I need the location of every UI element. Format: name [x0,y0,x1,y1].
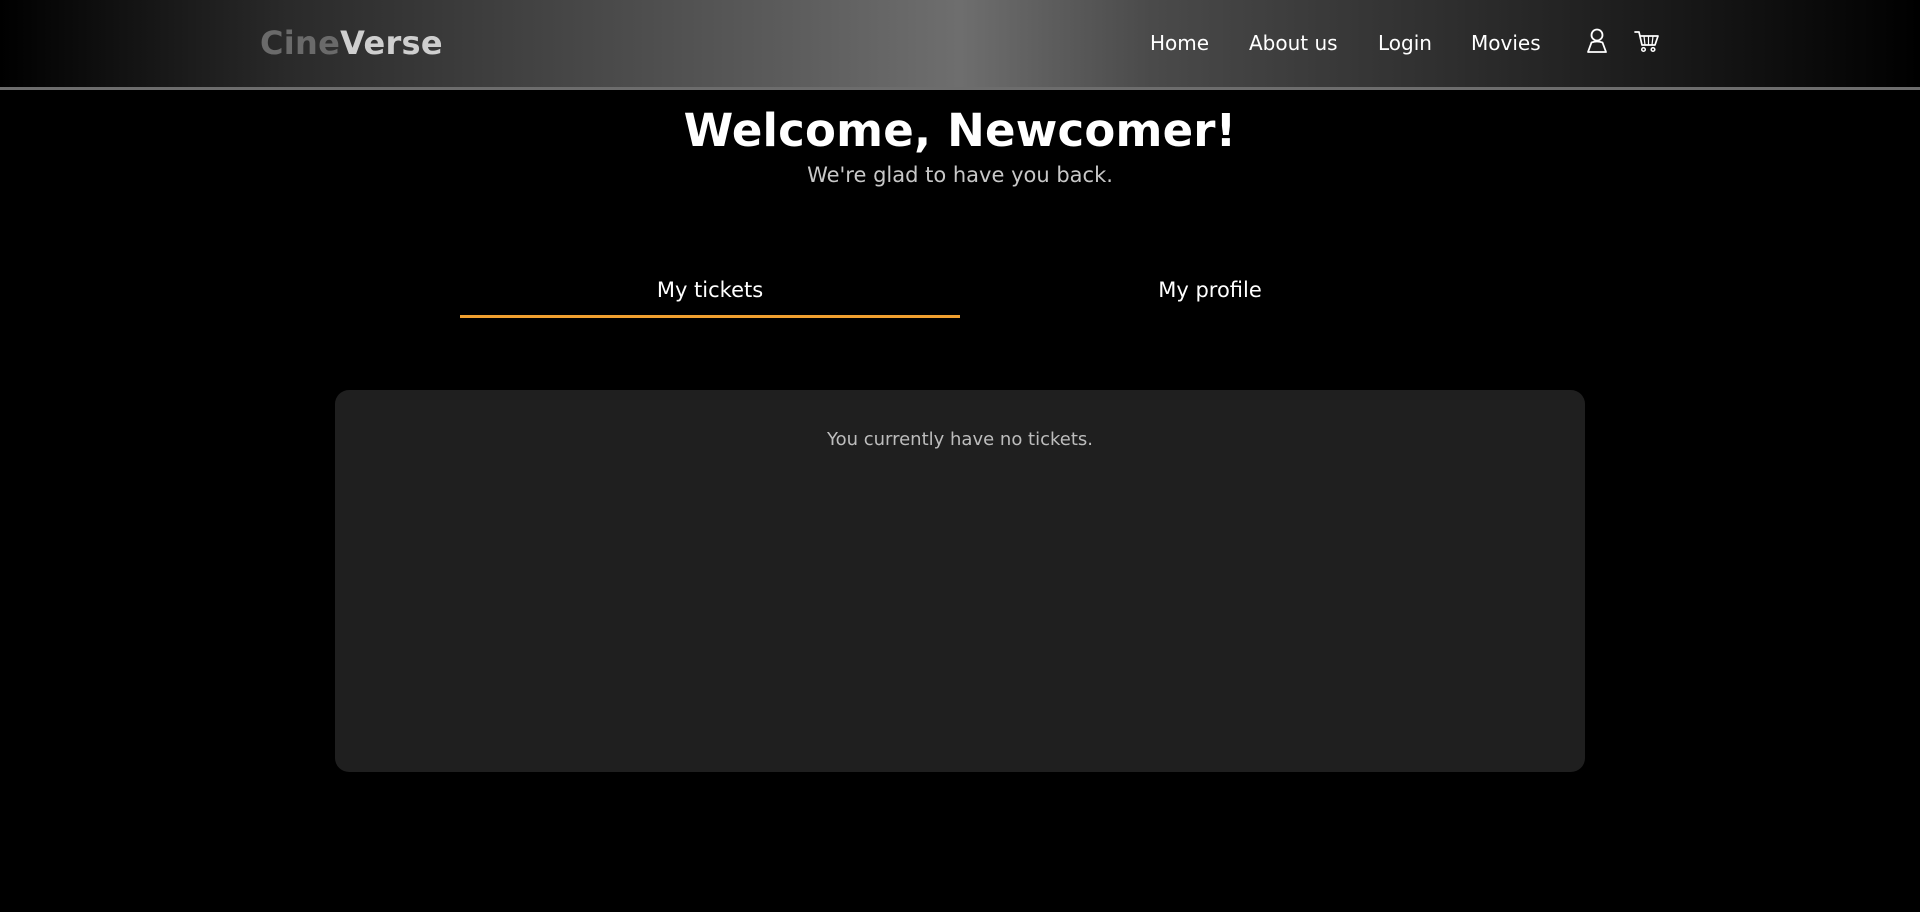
page-subtitle: We're glad to have you back. [807,163,1113,187]
brand-logo-part2: Verse [340,24,443,62]
tab-my-profile[interactable]: My profile [960,268,1460,318]
nav-login-link[interactable]: Login [1378,31,1432,55]
site-header: CineVerse Home About us Login Movies [0,0,1920,90]
brand-logo-part1: Cine [260,24,341,62]
empty-tickets-message: You currently have no tickets. [826,429,1094,450]
nav-movies-link[interactable]: Movies [1471,31,1541,55]
cart-icon[interactable] [1632,26,1662,56]
page-title: Welcome, Newcomer! [683,104,1237,157]
nav-home-link[interactable]: Home [1150,31,1209,55]
nav-about-link[interactable]: About us [1249,31,1338,55]
tab-my-tickets[interactable]: My tickets [460,268,960,318]
user-icon[interactable] [1582,26,1612,56]
tickets-panel: You currently have no tickets. [335,390,1585,772]
account-tabs: My tickets My profile [460,268,1460,318]
brand-logo[interactable]: CineVerse [260,24,443,62]
welcome-section: Welcome, Newcomer! We're glad to have yo… [0,104,1920,187]
